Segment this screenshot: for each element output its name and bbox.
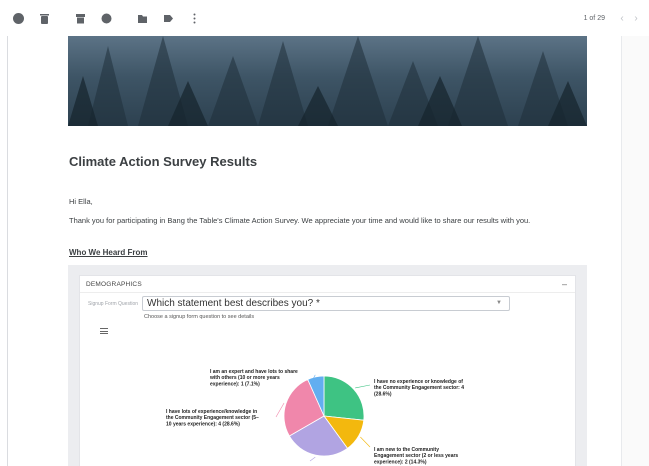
next-message-button[interactable]: › bbox=[629, 8, 643, 28]
pie-slice-label: experience): 2 (14.3%) bbox=[374, 459, 427, 465]
prev-message-button[interactable]: ‹ bbox=[615, 8, 629, 28]
thanks-text: Thank you for participating in Bang the … bbox=[69, 216, 531, 225]
forest-banner-image bbox=[68, 36, 587, 126]
pie-slice-label: I am new to the Community bbox=[374, 447, 439, 453]
left-pane-edge bbox=[0, 36, 8, 466]
pager-count: 1 of 29 bbox=[583, 14, 605, 22]
pie-slice-label: the Community Engagement sector: 4 bbox=[374, 385, 464, 391]
email-title: Climate Action Survey Results bbox=[69, 154, 258, 169]
select-help-text: Choose a signup form question to see det… bbox=[144, 314, 255, 320]
signup-question-label: Signup Form Question bbox=[88, 301, 139, 307]
pie-leader-line bbox=[355, 384, 371, 389]
demographics-heading-text: DEMOGRAPHICS bbox=[86, 280, 142, 288]
email-body: Climate Action Survey Results Hi Ella, T… bbox=[0, 36, 649, 466]
pie-slice-label: (28.6%) bbox=[374, 391, 392, 397]
move-to-icon[interactable] bbox=[132, 8, 152, 28]
demographics-pie-chart: I have no experience or knowledge ofthe … bbox=[166, 369, 464, 465]
pie-slice-label: the Community Engagement sector (5– bbox=[166, 415, 259, 421]
pie-leader-line bbox=[360, 436, 371, 448]
pie-leader-line bbox=[309, 456, 316, 462]
collapse-button[interactable]: – bbox=[562, 279, 567, 289]
delete-icon[interactable] bbox=[34, 8, 54, 28]
selected-question: Which statement best describes you? * bbox=[147, 298, 320, 309]
signup-question-select[interactable]: Which statement best describes you? * ▼ bbox=[142, 296, 510, 311]
pie-slice-label: I have no experience or knowledge of bbox=[374, 379, 463, 385]
pie-slice-label: experience): 1 (7.1%) bbox=[210, 381, 260, 387]
pie-slice-label: I have lots of experience/knowledge in bbox=[166, 409, 257, 415]
who-we-heard-from-link[interactable]: Who We Heard From bbox=[69, 248, 148, 257]
chevron-down-icon: ▼ bbox=[496, 300, 502, 306]
pie-slice-label: 10 years experience): 4 (28.6%) bbox=[166, 421, 240, 427]
pie-slice[interactable] bbox=[323, 375, 365, 421]
pie-slice-label: with others (10 or more years bbox=[209, 375, 280, 381]
pie-slice-label: I am an expert and have lots to share bbox=[210, 369, 298, 375]
demographics-card: DEMOGRAPHICS – Signup Form Question Whic… bbox=[79, 275, 576, 466]
snooze-icon[interactable] bbox=[96, 8, 116, 28]
pie-leader-line bbox=[275, 402, 285, 418]
pie-slice-label: Engagement sector (2 or less years bbox=[374, 453, 458, 459]
greeting-text: Hi Ella, bbox=[69, 197, 93, 206]
archive-icon[interactable] bbox=[70, 8, 90, 28]
label-icon[interactable] bbox=[158, 8, 178, 28]
more-icon[interactable] bbox=[184, 8, 204, 28]
side-panel bbox=[621, 36, 649, 466]
email-toolbar: 1 of 29 ‹ › bbox=[0, 0, 649, 36]
report-panel: DEMOGRAPHICS – Signup Form Question Whic… bbox=[68, 265, 587, 466]
demographics-heading: DEMOGRAPHICS bbox=[80, 276, 575, 293]
report-spam-icon[interactable] bbox=[8, 8, 28, 28]
